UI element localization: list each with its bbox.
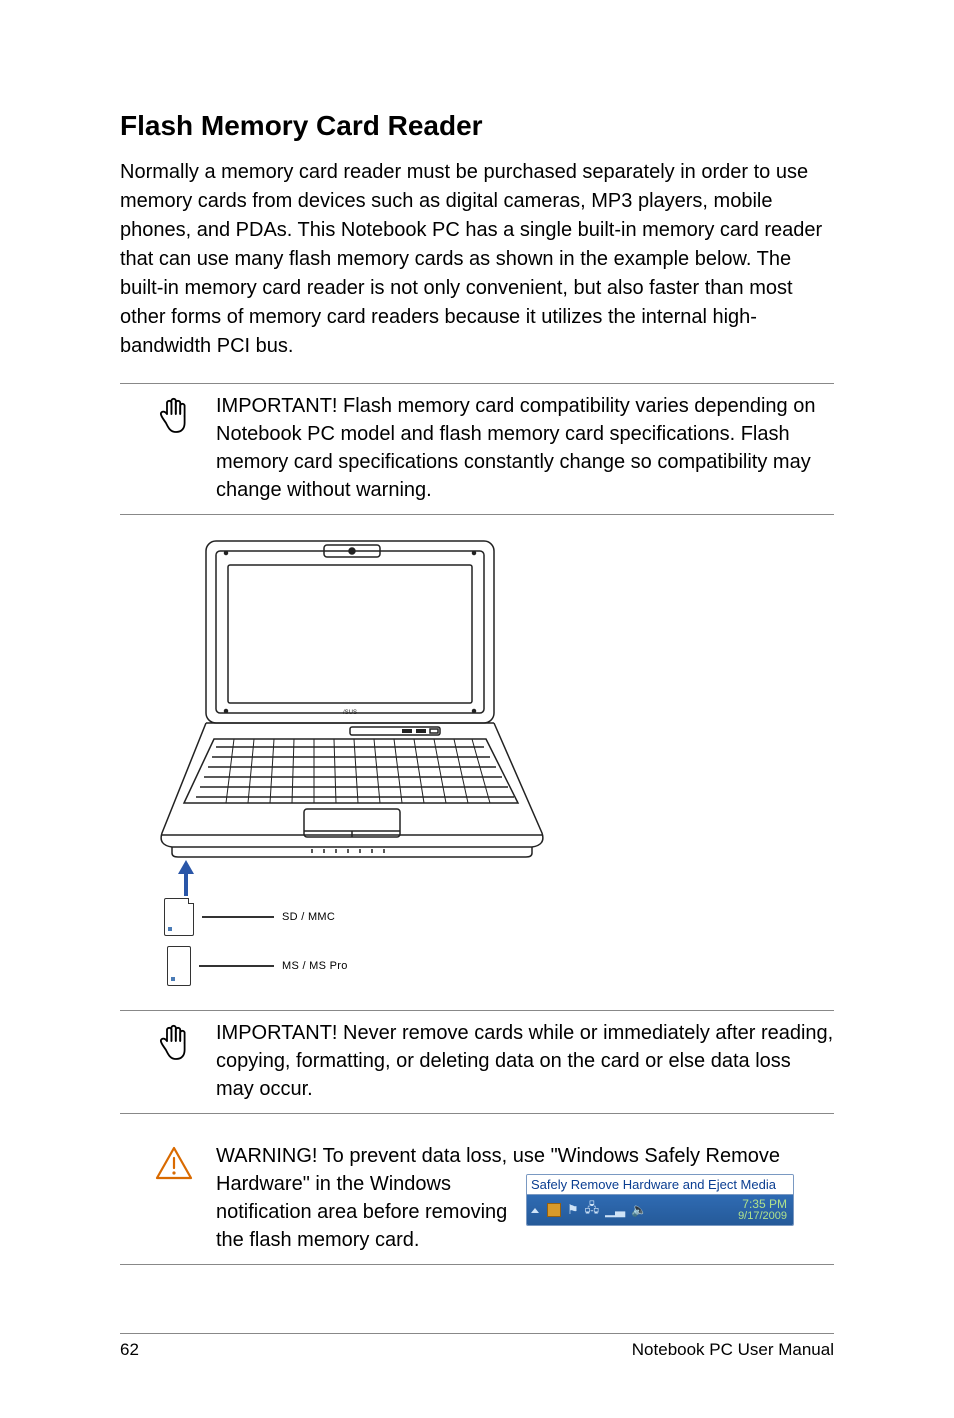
- network-icon: 🖧: [585, 1199, 600, 1221]
- tray-tooltip: Safely Remove Hardware and Eject Media: [527, 1175, 793, 1195]
- ms-card-icon: [167, 946, 191, 986]
- warning-text-line1: WARNING! To prevent data loss, use "Wind…: [216, 1142, 834, 1170]
- tray-date: 9/17/2009: [738, 1211, 787, 1223]
- footer-label: Notebook PC User Manual: [632, 1340, 834, 1360]
- chevron-up-icon: [531, 1208, 539, 1213]
- page-number: 62: [120, 1340, 139, 1360]
- intro-paragraph: Normally a memory card reader must be pu…: [120, 158, 834, 361]
- svg-text:/SUS: /SUS: [343, 710, 357, 716]
- important-note-2: IMPORTANT! Never remove cards while or i…: [120, 1010, 834, 1114]
- important-1-text: IMPORTANT! Flash memory card compatibili…: [216, 392, 834, 504]
- warning-note: WARNING! To prevent data loss, use "Wind…: [120, 1134, 834, 1265]
- warning-text-line2: Hardware" in the Windows notification ar…: [216, 1170, 516, 1254]
- hand-icon: [154, 392, 198, 504]
- hand-icon: [154, 1019, 198, 1103]
- power-icon: ⚑: [567, 1202, 579, 1218]
- volume-icon: 🔈: [631, 1202, 647, 1218]
- important-note-1: IMPORTANT! Flash memory card compatibili…: [120, 383, 834, 515]
- laptop-illustration: /SUS: [120, 535, 834, 1010]
- system-tray-screenshot: Safely Remove Hardware and Eject Media ⚑…: [526, 1174, 794, 1226]
- warning-icon: [154, 1142, 198, 1254]
- wifi-icon: ▁▃: [605, 1202, 625, 1218]
- laptop-svg: /SUS: [154, 535, 554, 865]
- sd-card-icon: [164, 898, 194, 936]
- ms-label: MS / MS Pro: [282, 960, 348, 972]
- card-slot-labels: SD / MMC MS / MS Pro: [154, 870, 834, 990]
- arrow-up-icon: [176, 860, 196, 900]
- section-heading: Flash Memory Card Reader: [120, 110, 834, 142]
- tray-time: 7:35 PM: [738, 1198, 787, 1211]
- page-footer: 62 Notebook PC User Manual: [120, 1333, 834, 1360]
- sd-mmc-label: SD / MMC: [282, 911, 335, 923]
- important-2-text: IMPORTANT! Never remove cards while or i…: [216, 1019, 834, 1103]
- action-center-icon: [547, 1203, 561, 1217]
